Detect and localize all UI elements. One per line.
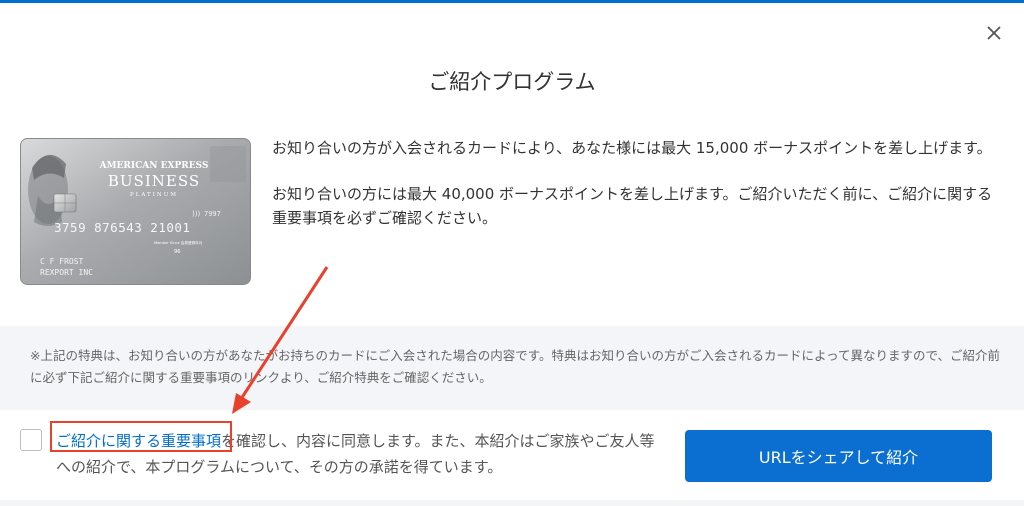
dialog-bottom-edge: [0, 500, 1024, 506]
card-product: BUSINESS: [108, 172, 200, 190]
card-holder: C F FROST: [40, 257, 84, 266]
program-description: お知り合いの方が入会されるカードにより、あなた様には最大 15,000 ボーナス…: [272, 136, 998, 252]
share-url-button[interactable]: URLをシェアして紹介: [685, 430, 992, 482]
contactless-icon: ))): [192, 210, 200, 218]
note-text: ※上記の特典は、お知り合いの方があなたがお持ちのカードにご入会された場合の内容で…: [30, 348, 1000, 385]
card-number: 3759 876543 21001: [54, 220, 190, 235]
important-matters-link[interactable]: ご紹介に関する重要事項: [56, 432, 221, 450]
card-member-since-label: Member Since 会員登録年月: [154, 240, 202, 245]
dialog-title: ご紹介プログラム: [428, 70, 596, 94]
card-company: REXPORT INC: [40, 268, 93, 277]
description-paragraph-2: お知り合いの方には最大 40,000 ボーナスポイントを差し上げます。ご紹介いた…: [272, 185, 993, 227]
card-tier: PLATINUM: [130, 192, 178, 198]
card-member-since-value: 96: [174, 249, 181, 255]
card-brand: AMERICAN EXPRESS: [99, 161, 209, 171]
description-paragraph-1: お知り合いの方が入会されるカードにより、あなた様には最大 15,000 ボーナス…: [272, 139, 992, 157]
close-button[interactable]: [983, 22, 1005, 44]
top-accent-bar: [0, 0, 1024, 3]
close-icon: [987, 26, 1001, 40]
agree-checkbox[interactable]: [20, 429, 42, 451]
card-cid: 7997: [204, 210, 221, 218]
agreement-text: ご紹介に関する重要事項を確認し、内容に同意します。また、本紹介はご家族やご友人等…: [56, 428, 666, 480]
card-image: AMERICAN EXPRESS BUSINESS PLATINUM 7997 …: [20, 138, 251, 285]
